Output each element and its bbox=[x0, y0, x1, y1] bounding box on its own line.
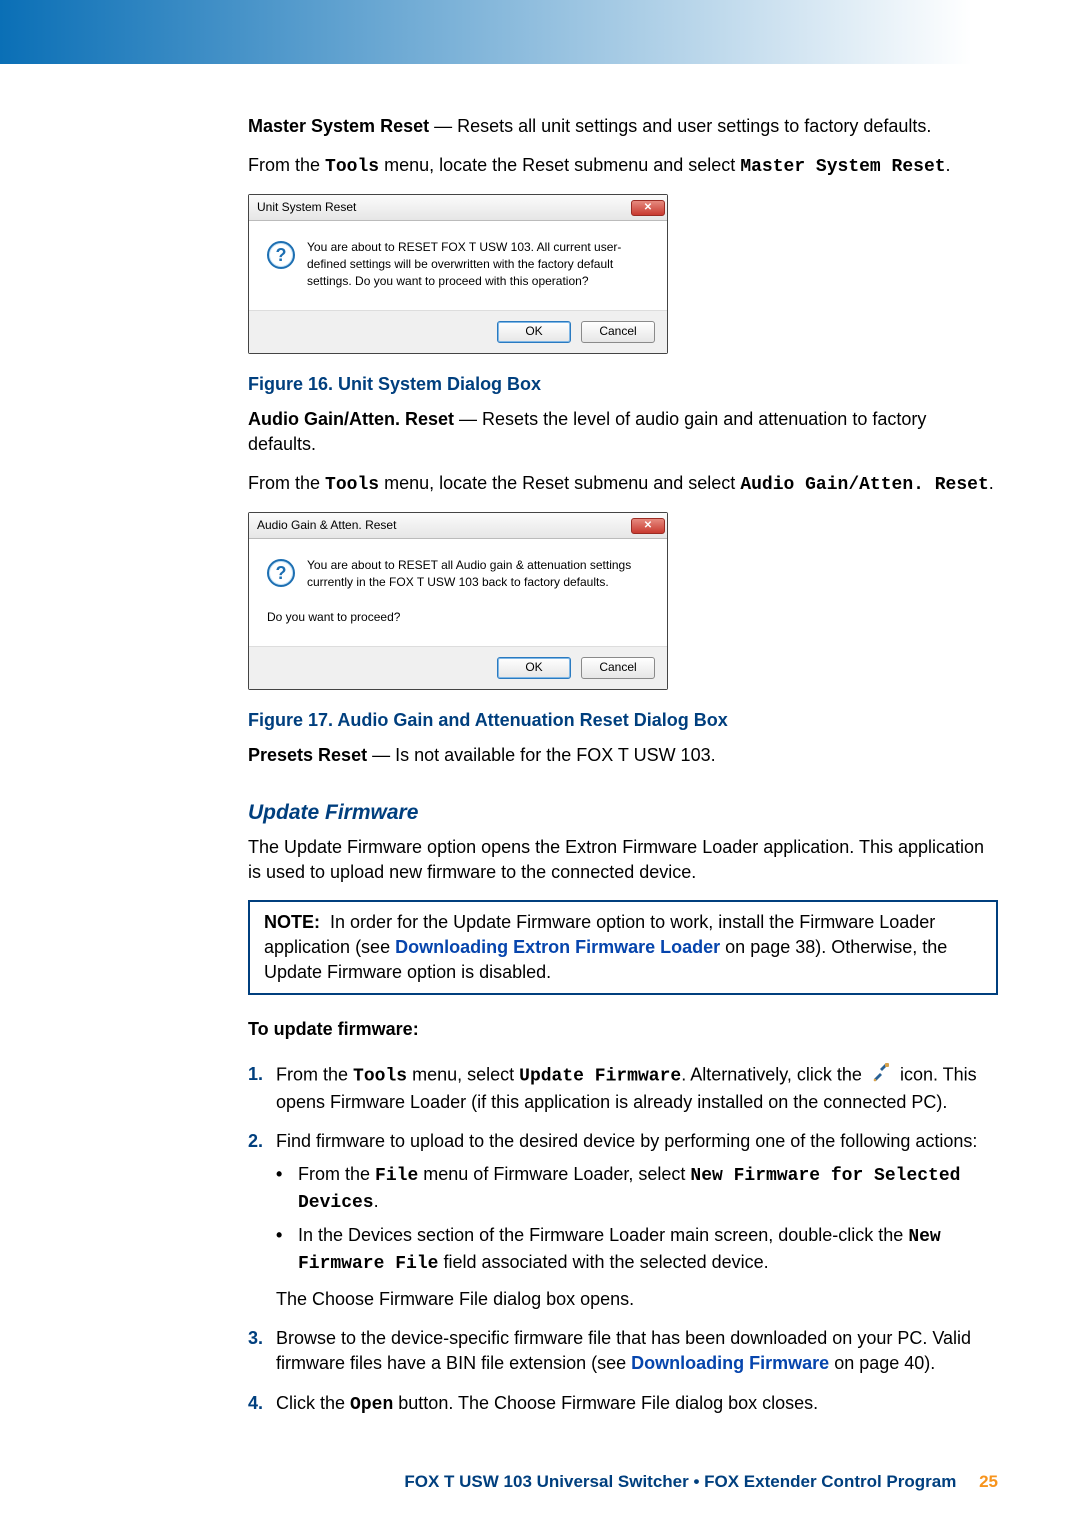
dash: — bbox=[459, 409, 477, 429]
unit-system-reset-dialog: Unit System Reset ✕ ? You are about to R… bbox=[248, 194, 668, 353]
bullet-icon: • bbox=[276, 1223, 298, 1277]
master-reset-head: Master System Reset bbox=[248, 116, 429, 136]
dialog-message: You are about to RESET all Audio gain & … bbox=[307, 557, 649, 625]
para-tools-audio: From the Tools menu, locate the Reset su… bbox=[248, 471, 998, 498]
tools-label: Tools bbox=[325, 475, 379, 495]
firmware-steps: 1. From the Tools menu, select Update Fi… bbox=[248, 1062, 998, 1417]
text: menu, select bbox=[412, 1065, 514, 1085]
bullet-icon: • bbox=[276, 1162, 298, 1216]
dialog-buttons: OK Cancel bbox=[249, 646, 667, 689]
audio-gain-reset-label: Audio Gain/Atten. Reset bbox=[740, 475, 988, 495]
footer-text: FOX T USW 103 Universal Switcher • FOX E… bbox=[404, 1472, 956, 1491]
text: on page 40). bbox=[834, 1353, 935, 1373]
audio-gain-reset-dialog: Audio Gain & Atten. Reset ✕ ? You are ab… bbox=[248, 512, 668, 689]
note-box: NOTE: In order for the Update Firmware o… bbox=[248, 900, 998, 996]
para-tools-master: From the Tools menu, locate the Reset su… bbox=[248, 153, 998, 180]
presets-reset-head: Presets Reset bbox=[248, 745, 367, 765]
step-1: 1. From the Tools menu, select Update Fi… bbox=[248, 1062, 998, 1115]
ok-button[interactable]: OK bbox=[497, 321, 571, 343]
step-3: 3. Browse to the device-specific firmwar… bbox=[248, 1326, 998, 1376]
update-firmware-heading: Update Firmware bbox=[248, 798, 998, 827]
update-firmware-label: Update Firmware bbox=[519, 1067, 681, 1087]
bullet-2: • In the Devices section of the Firmware… bbox=[276, 1223, 998, 1277]
dialog-message: You are about to RESET FOX T USW 103. Al… bbox=[307, 239, 649, 289]
page-content: Master System Reset — Resets all unit se… bbox=[0, 64, 1080, 1442]
text: In the Devices section of the Firmware L… bbox=[298, 1225, 903, 1245]
master-reset-tail: Resets all unit settings and user settin… bbox=[457, 116, 931, 136]
step-2-bullets: • From the File menu of Firmware Loader,… bbox=[276, 1162, 998, 1277]
dash: — bbox=[372, 745, 390, 765]
step-body: Click the Open button. The Choose Firmwa… bbox=[276, 1391, 818, 1418]
para-presets-reset: Presets Reset — Is not available for the… bbox=[248, 743, 998, 768]
master-system-reset-label: Master System Reset bbox=[740, 157, 945, 177]
step-number: 4. bbox=[248, 1391, 276, 1418]
step-text: Find firmware to upload to the desired d… bbox=[276, 1129, 998, 1154]
dialog-buttons: OK Cancel bbox=[249, 310, 667, 353]
audio-reset-head: Audio Gain/Atten. Reset bbox=[248, 409, 454, 429]
para-update-desc: The Update Firmware option opens the Ext… bbox=[248, 835, 998, 885]
step-body: Browse to the device-specific firmware f… bbox=[276, 1326, 998, 1376]
dialog-titlebar: Unit System Reset ✕ bbox=[249, 195, 667, 221]
msg-question: Do you want to proceed? bbox=[267, 609, 649, 626]
download-firmware-link[interactable]: Downloading Firmware bbox=[631, 1353, 829, 1373]
dialog-body: ? You are about to RESET all Audio gain … bbox=[249, 539, 667, 645]
period: . bbox=[989, 473, 994, 493]
step-body: From the Tools menu, select Update Firmw… bbox=[276, 1062, 998, 1115]
step-number: 1. bbox=[248, 1062, 276, 1115]
figure-16-caption: Figure 16. Unit System Dialog Box bbox=[248, 372, 998, 397]
text: . Alternatively, click the bbox=[681, 1065, 862, 1085]
to-update-heading: To update firmware: bbox=[248, 1017, 998, 1042]
note-label: NOTE: bbox=[264, 912, 320, 932]
cancel-button[interactable]: Cancel bbox=[581, 321, 655, 343]
download-loader-link[interactable]: Downloading Extron Firmware Loader bbox=[395, 937, 720, 957]
ok-button[interactable]: OK bbox=[497, 657, 571, 679]
close-button[interactable]: ✕ bbox=[631, 200, 665, 216]
text: field associated with the selected devic… bbox=[443, 1252, 768, 1272]
step-number: 2. bbox=[248, 1129, 276, 1312]
text: From the bbox=[298, 1164, 370, 1184]
step-after: The Choose Firmware File dialog box open… bbox=[276, 1287, 998, 1312]
dash: — bbox=[434, 116, 452, 136]
question-icon: ? bbox=[267, 559, 295, 587]
top-gradient-bar bbox=[0, 0, 1080, 64]
text: menu, locate the Reset submenu and selec… bbox=[384, 155, 735, 175]
text: menu, locate the Reset submenu and selec… bbox=[384, 473, 735, 493]
text: From the bbox=[248, 473, 320, 493]
para-audio-reset: Audio Gain/Atten. Reset — Resets the lev… bbox=[248, 407, 998, 457]
cancel-button[interactable]: Cancel bbox=[581, 657, 655, 679]
bullet-1: • From the File menu of Firmware Loader,… bbox=[276, 1162, 998, 1216]
figure-17-caption: Figure 17. Audio Gain and Attenuation Re… bbox=[248, 708, 998, 733]
text: menu of Firmware Loader, select bbox=[423, 1164, 685, 1184]
dialog-title: Audio Gain & Atten. Reset bbox=[257, 517, 396, 534]
text: button. The Choose Firmware File dialog … bbox=[398, 1393, 818, 1413]
tools-label: Tools bbox=[353, 1067, 407, 1087]
text: Click the bbox=[276, 1393, 345, 1413]
file-label: File bbox=[375, 1166, 418, 1186]
presets-reset-tail: Is not available for the FOX T USW 103. bbox=[395, 745, 715, 765]
wrench-screwdriver-icon bbox=[871, 1062, 891, 1089]
para-master-reset: Master System Reset — Resets all unit se… bbox=[248, 114, 998, 139]
open-label: Open bbox=[350, 1395, 393, 1415]
dialog-titlebar: Audio Gain & Atten. Reset ✕ bbox=[249, 513, 667, 539]
period: . bbox=[946, 155, 951, 175]
tools-label: Tools bbox=[325, 157, 379, 177]
close-button[interactable]: ✕ bbox=[631, 518, 665, 534]
page-number: 25 bbox=[979, 1472, 998, 1491]
step-body: Find firmware to upload to the desired d… bbox=[276, 1129, 998, 1312]
text: From the bbox=[276, 1065, 348, 1085]
msg-line1: You are about to RESET all Audio gain & … bbox=[307, 557, 649, 591]
step-4: 4. Click the Open button. The Choose Fir… bbox=[248, 1391, 998, 1418]
dialog-body: ? You are about to RESET FOX T USW 103. … bbox=[249, 221, 667, 309]
step-number: 3. bbox=[248, 1326, 276, 1376]
step-2: 2. Find firmware to upload to the desire… bbox=[248, 1129, 998, 1312]
page-footer: FOX T USW 103 Universal Switcher • FOX E… bbox=[0, 1442, 1080, 1528]
question-icon: ? bbox=[267, 241, 295, 269]
dialog-title: Unit System Reset bbox=[257, 199, 356, 216]
text: From the bbox=[248, 155, 320, 175]
period: . bbox=[374, 1191, 379, 1211]
